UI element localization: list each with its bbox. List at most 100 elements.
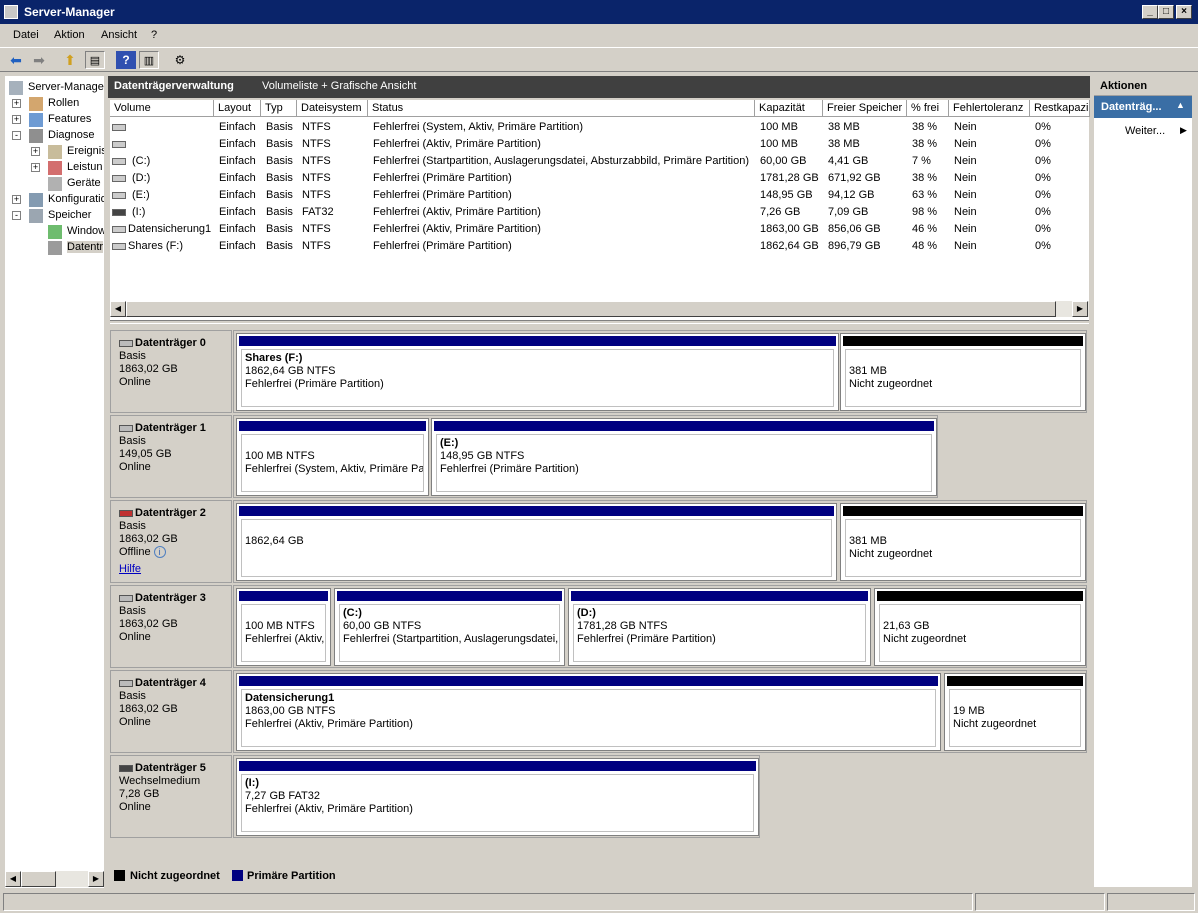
partition[interactable]: Shares (F:) 1862,64 GB NTFS Fehlerfrei (Pr… bbox=[236, 333, 839, 411]
list-scroll-left-icon[interactable]: ◀ bbox=[110, 301, 126, 317]
tree-expander-icon[interactable]: + bbox=[12, 99, 21, 108]
tree-item-label[interactable]: Rollen bbox=[48, 97, 79, 109]
column-header-7[interactable]: % frei bbox=[907, 100, 949, 117]
disk-info[interactable]: Datenträger 2 Basis 1863,02 GB Offline i Hilf… bbox=[110, 500, 232, 583]
column-header-1[interactable]: Layout bbox=[214, 100, 261, 117]
tree-expander-icon[interactable]: + bbox=[31, 147, 40, 156]
splitter[interactable] bbox=[110, 320, 1089, 324]
disk-info[interactable]: Datenträger 4 Basis 1863,02 GB Online bbox=[110, 670, 232, 753]
table-row[interactable]: Einfach Basis NTFS Fehlerfrei (Aktiv, Primä… bbox=[110, 136, 1089, 153]
tree-expander-icon[interactable]: - bbox=[12, 211, 21, 220]
table-row[interactable]: (C:) Einfach Basis NTFS Fehlerfrei (Startpar… bbox=[110, 153, 1089, 170]
partition-body: 21,63 GB Nicht zugeordnet bbox=[879, 604, 1081, 662]
tree-expander-icon[interactable]: + bbox=[31, 163, 40, 172]
table-row[interactable]: (I:) Einfach Basis FAT32 Fehlerfrei (Aktiv, … bbox=[110, 204, 1089, 221]
partition[interactable]: (I:) 7,27 GB FAT32 Fehlerfrei (Aktiv, Prim… bbox=[236, 758, 759, 836]
table-cell: NTFS bbox=[302, 138, 331, 150]
tree-item-label[interactable]: Konfiguratio bbox=[48, 193, 104, 205]
table-cell: Basis bbox=[266, 172, 293, 184]
disk-info[interactable]: Datenträger 5 Wechselmedium 7,28 GB Online bbox=[110, 755, 232, 838]
disk-info[interactable]: Datenträger 1 Basis 149,05 GB Online bbox=[110, 415, 232, 498]
column-header-4[interactable]: Status bbox=[368, 100, 755, 117]
tree-item-label[interactable]: Server-Manage bbox=[28, 81, 104, 93]
partition-bar bbox=[843, 336, 1083, 346]
help-icon[interactable]: ? bbox=[116, 51, 136, 69]
menu-help[interactable]: ? bbox=[151, 29, 157, 41]
column-header-2[interactable]: Typ bbox=[261, 100, 297, 117]
column-header-8[interactable]: Fehlertoleranz bbox=[949, 100, 1030, 117]
disk-info[interactable]: Datenträger 0 Basis 1863,02 GB Online bbox=[110, 330, 232, 413]
partition-title-spacer bbox=[883, 607, 1080, 620]
table-row[interactable]: Shares (F:) Einfach Basis NTFS Fehlerfrei (P… bbox=[110, 238, 1089, 255]
column-header-0[interactable]: Volume bbox=[110, 100, 214, 117]
menu-datei[interactable]: Datei bbox=[13, 29, 39, 41]
info-icon[interactable]: i bbox=[153, 546, 166, 558]
table-row[interactable]: (E:) Einfach Basis NTFS Fehlerfrei (Primäre … bbox=[110, 187, 1089, 204]
list-scroll-right-icon[interactable]: ▶ bbox=[1072, 301, 1088, 317]
table-row[interactable]: Datensicherung1 Einfach Basis NTFS Fehlerfre… bbox=[110, 221, 1089, 238]
column-header-3[interactable]: Dateisystem bbox=[297, 100, 368, 117]
unallocated-partition[interactable]: 19 MB Nicht zugeordnet bbox=[944, 673, 1086, 751]
tree-horizontal-scrollbar[interactable]: ◀ ▶ bbox=[5, 871, 104, 887]
disk-state-line: Online bbox=[119, 801, 231, 814]
show-hide-tree-icon[interactable]: ▤ bbox=[85, 51, 105, 69]
actions-section-disk-management[interactable]: Datenträg... ▲ bbox=[1094, 96, 1192, 118]
column-header-5[interactable]: Kapazität bbox=[755, 100, 823, 117]
table-row[interactable]: Einfach Basis NTFS Fehlerfrei (System, Akti… bbox=[110, 119, 1089, 136]
column-header-6[interactable]: Freier Speicher bbox=[823, 100, 907, 117]
show-hide-action-icon[interactable]: ▥ bbox=[139, 51, 159, 69]
partition[interactable]: (E:) 148,95 GB NTFS Fehlerfrei (Primäre Pa… bbox=[431, 418, 937, 496]
tree-item-label[interactable]: Geräte bbox=[67, 177, 101, 189]
menu-aktion[interactable]: Aktion bbox=[54, 29, 85, 41]
devices-icon bbox=[48, 177, 62, 191]
list-horizontal-scrollbar[interactable]: ◀ ▶ bbox=[110, 300, 1089, 317]
tree-item-label[interactable]: Speicher bbox=[48, 209, 91, 221]
partition[interactable]: 100 MB NTFS Fehlerfrei (Aktiv, bbox=[236, 588, 331, 666]
partition-size: 21,63 GB bbox=[883, 620, 930, 632]
partition-bar bbox=[877, 591, 1083, 601]
unallocated-partition[interactable]: 381 MB Nicht zugeordnet bbox=[840, 503, 1086, 581]
tree-item-label[interactable]: Features bbox=[48, 113, 91, 125]
tree-item-label[interactable]: Ereignis bbox=[67, 145, 104, 157]
actions-more[interactable]: Weiter... bbox=[1125, 125, 1165, 137]
maximize-button[interactable]: □ bbox=[1158, 5, 1174, 19]
partition[interactable]: (C:) 60,00 GB NTFS Fehlerfrei (Startpartit… bbox=[334, 588, 565, 666]
tree-item-label[interactable]: Diagnose bbox=[48, 129, 94, 141]
collapse-up-icon[interactable]: ▲ bbox=[1176, 100, 1185, 110]
tree-expander-icon[interactable]: - bbox=[12, 131, 21, 140]
offline-disk-icon bbox=[119, 509, 133, 517]
up-folder-icon[interactable]: ⬆ bbox=[60, 51, 80, 69]
help-link[interactable]: Hilfe bbox=[119, 563, 231, 576]
properties-icon[interactable]: ⚙ bbox=[170, 51, 190, 69]
table-row[interactable]: (D:) Einfach Basis NTFS Fehlerfrei (Primäre … bbox=[110, 170, 1089, 187]
forward-arrow-icon[interactable]: ➡ bbox=[29, 51, 49, 69]
table-cell: 38 MB bbox=[828, 121, 860, 133]
disk-info[interactable]: Datenträger 3 Basis 1863,02 GB Online bbox=[110, 585, 232, 668]
scroll-right-icon[interactable]: ▶ bbox=[88, 871, 104, 887]
menu-ansicht[interactable]: Ansicht bbox=[101, 29, 137, 41]
tree-expander-icon[interactable]: + bbox=[12, 195, 21, 204]
tree-item-label[interactable]: Leistun bbox=[67, 161, 102, 173]
scroll-left-icon[interactable]: ◀ bbox=[5, 871, 21, 887]
partition-bar bbox=[239, 761, 756, 771]
close-button[interactable]: × bbox=[1176, 5, 1192, 19]
drive-icon bbox=[112, 243, 126, 250]
partition[interactable]: 100 MB NTFS Fehlerfrei (System, Aktiv, Pr… bbox=[236, 418, 429, 496]
list-scroll-thumb[interactable] bbox=[126, 301, 1056, 317]
partition[interactable]: (D:) 1781,28 GB NTFS Fehlerfrei (Primäre P… bbox=[568, 588, 871, 666]
minimize-button[interactable]: _ bbox=[1142, 5, 1158, 19]
table-cell: 7 % bbox=[912, 155, 931, 167]
partition[interactable]: 1862,64 GB bbox=[236, 503, 837, 581]
tree-expander-icon[interactable]: + bbox=[12, 115, 21, 124]
scroll-thumb[interactable] bbox=[21, 871, 56, 887]
back-arrow-icon[interactable]: ⬅ bbox=[6, 51, 26, 69]
column-header-9[interactable]: Restkapazi bbox=[1030, 100, 1090, 117]
unallocated-partition[interactable]: 21,63 GB Nicht zugeordnet bbox=[874, 588, 1086, 666]
tree-item-label[interactable]: Datentr bbox=[67, 241, 104, 253]
partition-size: 19 MB bbox=[953, 705, 985, 717]
tree-item-label[interactable]: Window bbox=[67, 225, 104, 237]
partition[interactable]: Datensicherung1 1863,00 GB NTFS Fehlerfrei… bbox=[236, 673, 941, 751]
disk-size: 1863,02 GB bbox=[119, 363, 178, 375]
table-cell: NTFS bbox=[302, 189, 331, 201]
unallocated-partition[interactable]: 381 MB Nicht zugeordnet bbox=[840, 333, 1086, 411]
